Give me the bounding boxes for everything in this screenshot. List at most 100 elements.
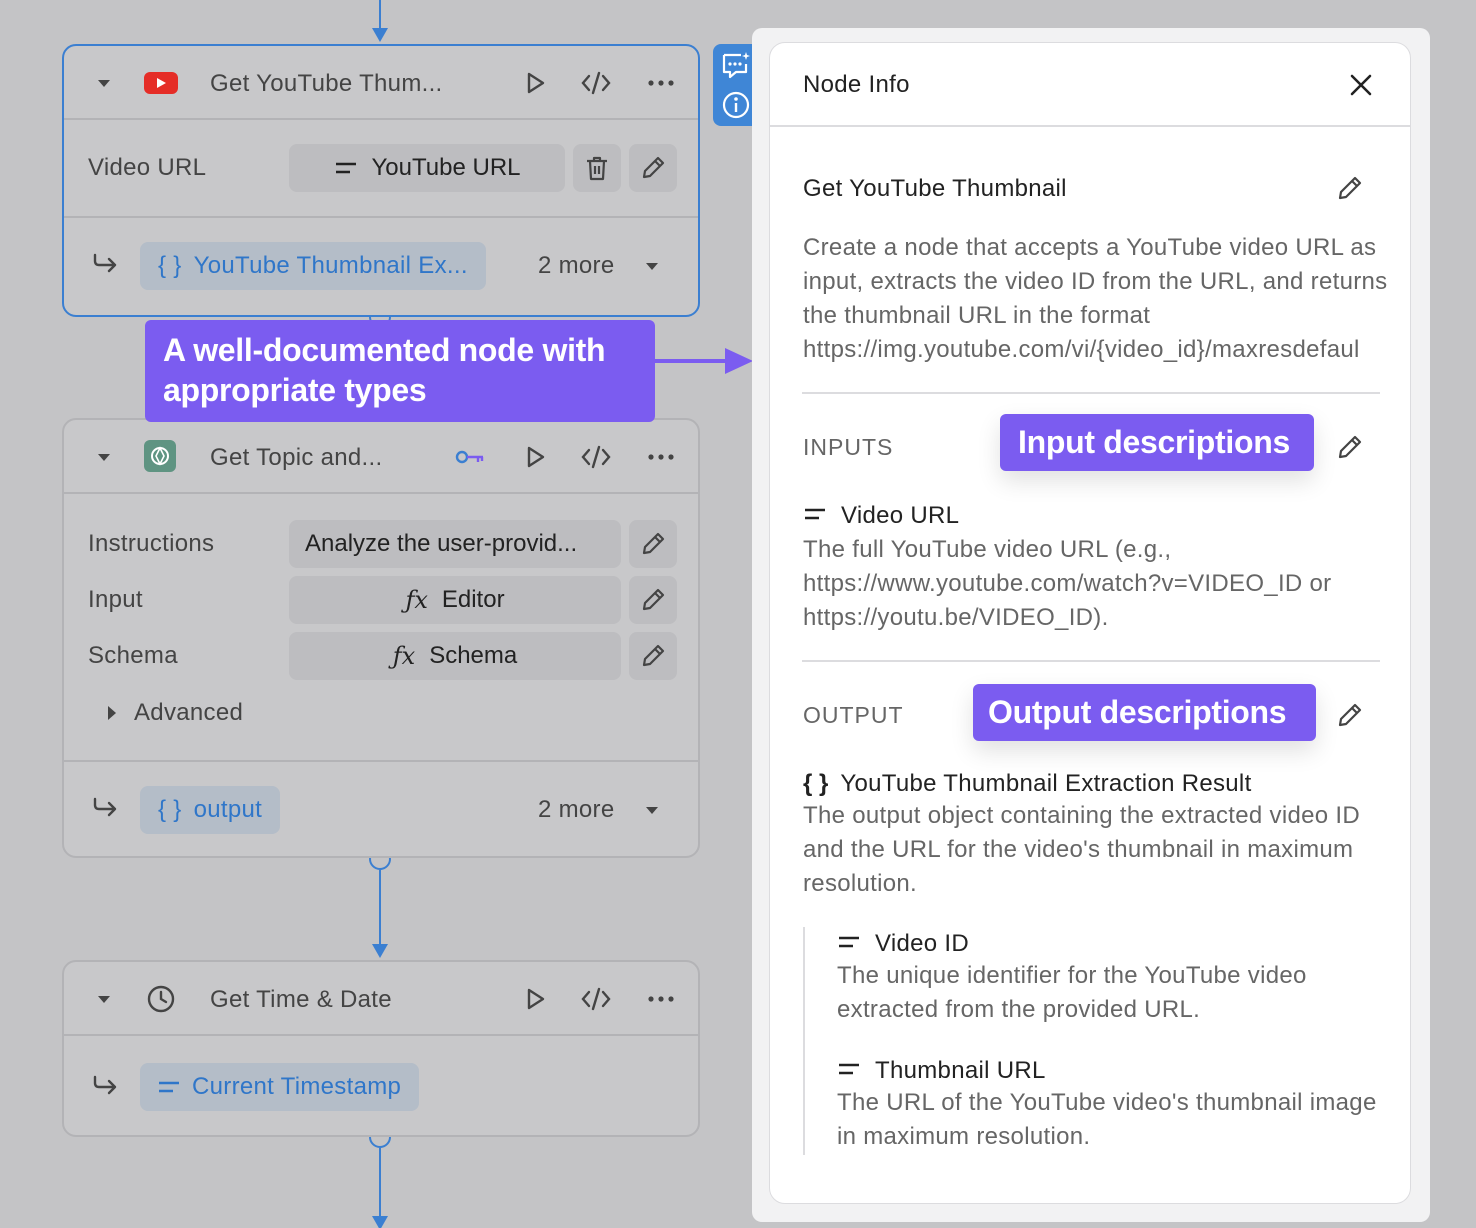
divider [802,660,1380,662]
text-type-icon [837,1062,861,1081]
input-label: Input [88,586,143,613]
output-label: Current Timestamp [192,1073,402,1100]
code-icon[interactable] [580,68,611,98]
output-field-description: The URL of the YouTube video's thumbnail… [837,1089,1377,1150]
text-type-icon [803,507,827,526]
object-type-icon: { } [158,252,182,279]
caret-right-icon [108,706,116,720]
callout-arrow [655,348,753,374]
code-icon[interactable] [580,442,611,472]
delete-button[interactable] [573,144,621,192]
key-icon[interactable] [454,442,484,472]
code-icon[interactable] [580,984,611,1014]
node-get-time-date[interactable]: Get Time & Date Current Timestamp [62,960,700,1137]
connector-arrow [372,1216,388,1228]
text-type-icon [837,935,861,954]
input-label: Schema [88,642,178,669]
node-get-youtube-thumbnail[interactable]: Get YouTube Thum... Video URL YouTube UR… [62,44,700,317]
edit-inputs-pencil-icon[interactable] [1336,433,1364,461]
output-arrow-icon [92,252,118,279]
node-get-topic[interactable]: Get Topic and... Instructions Analyze th… [62,418,700,858]
connector-arrow [372,944,388,958]
run-icon[interactable] [520,442,550,472]
youtube-icon [144,70,178,100]
input-name: Video URL [841,502,960,529]
function-icon: ƒx [392,642,416,670]
clock-icon [146,984,176,1014]
output-description: The output object containing the extract… [803,802,1360,897]
edit-button[interactable] [629,576,677,624]
divider [802,392,1380,394]
panel-tab[interactable] [713,44,757,126]
run-icon[interactable] [520,984,550,1014]
input-value-field[interactable]: YouTube URL [289,144,565,192]
callout-output-descriptions: Output descriptions [973,684,1316,741]
callout-text: Output descriptions [988,694,1287,730]
output-section-label: OUTPUT [803,702,904,728]
connector-line [379,870,381,946]
node-description: Create a node that accepts a YouTube vid… [803,234,1388,363]
more-options-icon[interactable] [646,68,676,98]
text-type-icon [158,1073,180,1101]
input-label: Instructions [88,530,215,557]
advanced-toggle[interactable]: Advanced [108,698,243,728]
advanced-label: Advanced [134,699,244,726]
panel-title: Node Info [803,71,910,98]
edit-button[interactable] [629,632,677,680]
edit-output-pencil-icon[interactable] [1336,701,1364,729]
output-pill[interactable]: { } output [140,786,281,834]
text-type-icon [334,154,358,182]
output-label: YouTube Thumbnail Ex... [193,252,468,279]
node-outputs: Current Timestamp [64,1036,698,1136]
callout-input-descriptions: Input descriptions [1000,414,1314,471]
node-header: Get Time & Date [64,962,698,1036]
more-outputs-link[interactable]: 2 more [538,252,615,280]
input-label: Video URL [88,154,207,181]
pencil-icon [642,588,665,611]
output-pill[interactable]: { } YouTube Thumbnail Ex... [140,242,486,290]
output-label: output [193,796,263,823]
inputs-section-label: INPUTS [803,434,894,460]
node-title: Get Time & Date [210,986,392,1013]
connector-arrow [372,28,388,42]
close-icon[interactable] [1350,74,1372,96]
input-value-field[interactable]: ƒx Schema [289,632,621,680]
openai-icon [144,440,176,472]
output-pill[interactable]: Current Timestamp [140,1063,420,1111]
output-field-item: Thumbnail URL The URL of the YouTube vid… [837,1056,1377,1154]
pencil-icon [642,156,665,179]
edit-button[interactable] [629,144,677,192]
more-options-icon[interactable] [646,442,676,472]
node-title: Get Topic and... [210,444,383,471]
pencil-icon [642,532,665,555]
edit-name-pencil-icon[interactable] [1336,174,1364,202]
more-options-icon[interactable] [646,984,676,1014]
chat-sparkle-icon[interactable] [721,50,751,80]
collapse-caret-icon[interactable] [98,996,110,1003]
collapse-caret-icon[interactable] [98,80,110,87]
node-header: Get YouTube Thum... [64,46,698,120]
output-item: { } YouTube Thumbnail Extraction Result … [803,769,1393,901]
input-value-field[interactable]: ƒx Editor [289,576,621,624]
edit-button[interactable] [629,520,677,568]
node-info-panel: Node Info Get YouTube Thumbnail Create a… [769,42,1411,1204]
output-fields-rule [803,927,805,1155]
chevron-down-icon[interactable] [646,263,658,270]
output-arrow-icon [92,796,118,823]
node-header: Get Topic and... [64,420,698,494]
trash-icon [587,156,607,181]
output-field-name: Video ID [875,930,970,957]
node-name: Get YouTube Thumbnail [803,175,1067,202]
input-value-field[interactable]: Analyze the user-provid... [289,520,621,568]
node-inputs: Instructions Analyze the user-provid... … [64,494,698,762]
callout-text: Input descriptions [1018,424,1290,460]
output-field-item: Video ID The unique identifier for the Y… [837,929,1377,1027]
connector-line [379,1148,381,1218]
run-icon[interactable] [520,68,550,98]
collapse-caret-icon[interactable] [98,454,110,461]
more-outputs-link[interactable]: 2 more [538,796,615,824]
input-value-text: Editor [441,586,505,613]
info-icon[interactable] [721,90,751,120]
output-field-name: Thumbnail URL [875,1057,1046,1084]
chevron-down-icon[interactable] [646,807,658,814]
